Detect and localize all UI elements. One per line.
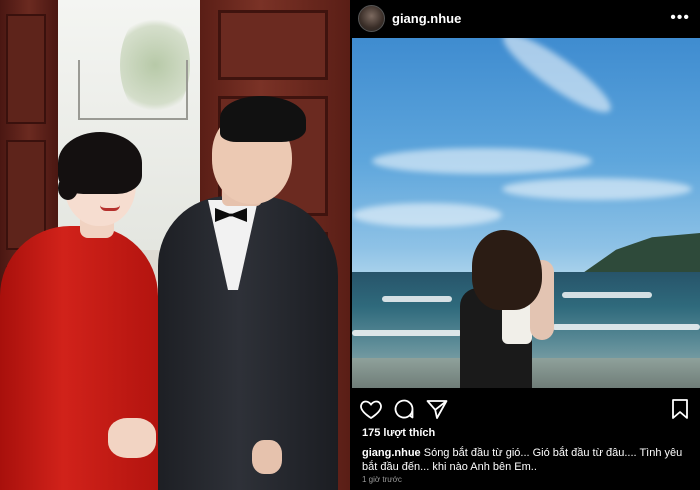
bookmark-icon[interactable] <box>668 397 692 421</box>
man-hand <box>252 440 282 474</box>
wave <box>562 292 652 298</box>
post-header: giang.nhue ••• <box>352 0 700 38</box>
comment-icon[interactable] <box>392 397 416 421</box>
more-icon[interactable]: ••• <box>670 9 690 27</box>
woman-hair-bun <box>58 176 78 200</box>
wave <box>552 324 700 330</box>
cloud <box>372 148 592 174</box>
post-actions <box>352 393 700 423</box>
cloud <box>495 38 619 123</box>
post-caption: giang.nhue Sóng bắt đầu từ gió... Gió bắ… <box>362 446 692 474</box>
heart-icon[interactable] <box>359 397 383 421</box>
cloud <box>502 178 692 200</box>
distant-hill <box>580 233 700 275</box>
post-timestamp: 1 giờ trước <box>362 475 402 484</box>
balcony-rail <box>78 60 188 120</box>
girl-hair <box>472 230 542 310</box>
avatar[interactable] <box>358 5 385 32</box>
send-icon[interactable] <box>425 397 449 421</box>
cloud <box>352 203 502 227</box>
likes-count[interactable]: 175 lượt thích <box>362 427 435 439</box>
caption-username[interactable]: giang.nhue <box>362 447 421 459</box>
wave <box>382 296 452 302</box>
post-photo[interactable] <box>352 38 700 388</box>
couple-photo <box>0 0 350 490</box>
woman-smile <box>100 205 120 211</box>
wave <box>352 330 462 336</box>
post-username[interactable]: giang.nhue <box>392 11 461 26</box>
man-hair <box>220 96 306 142</box>
instagram-post: giang.nhue ••• 175 lượt thích giang.nhue… <box>352 0 700 490</box>
woman-hands <box>108 418 156 458</box>
